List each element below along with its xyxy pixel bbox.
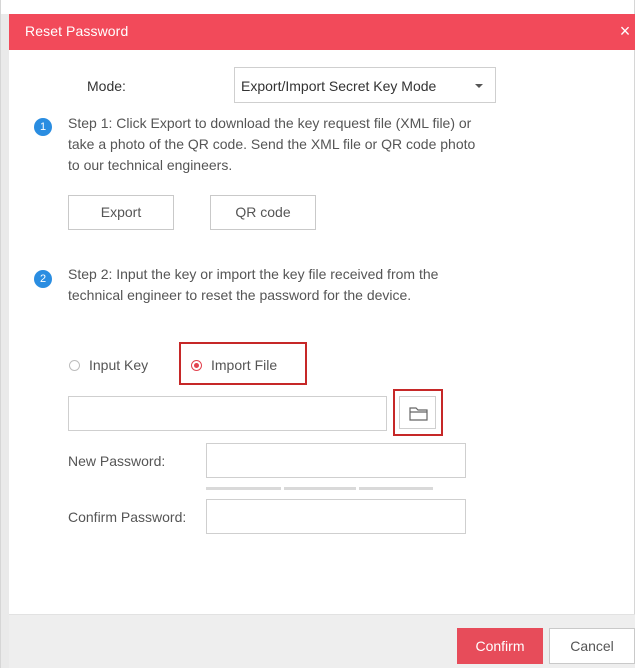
confirm-password-label: Confirm Password:	[68, 509, 187, 525]
mode-select[interactable]: Export/Import Secret Key Mode	[234, 67, 496, 103]
file-path-input[interactable]	[68, 396, 387, 431]
radio-import-file-circle[interactable]	[191, 360, 202, 371]
step-1-text: Step 1: Click Export to download the key…	[68, 115, 476, 173]
radio-input-key-label: Input Key	[89, 357, 149, 373]
confirm-password-input[interactable]	[206, 499, 466, 534]
dialog-title: Reset Password	[25, 23, 129, 39]
close-icon[interactable]: ×	[616, 20, 634, 42]
export-button[interactable]: Export	[68, 195, 174, 230]
radio-import-file-label: Import File	[211, 357, 278, 373]
step-2-text: Step 2: Input the key or import the key …	[68, 266, 439, 303]
dialog-footer: Confirm Cancel	[9, 614, 635, 668]
dialog-title-bar: Reset Password ×	[9, 14, 635, 50]
password-strength-bar-weak	[206, 487, 281, 490]
password-strength-bar-medium	[284, 487, 356, 490]
browse-folder-button[interactable]	[399, 396, 436, 429]
radio-input-key-circle[interactable]	[69, 360, 80, 371]
mode-label: Mode:	[87, 78, 126, 94]
radio-input-key[interactable]: Input Key	[69, 357, 169, 375]
new-password-input[interactable]	[206, 443, 466, 478]
confirm-button[interactable]: Confirm	[457, 628, 543, 664]
folder-icon	[409, 407, 428, 421]
new-password-label: New Password:	[68, 453, 166, 469]
reset-password-dialog: Reset Password × Mode: Export/Import Sec…	[0, 0, 635, 668]
left-edge-strip	[1, 14, 9, 668]
chevron-down-icon	[475, 84, 483, 88]
qr-code-button[interactable]: QR code	[210, 195, 316, 230]
step-2-badge: 2	[34, 270, 52, 288]
step-1-badge: 1	[34, 118, 52, 136]
cancel-button[interactable]: Cancel	[549, 628, 635, 664]
mode-select-value: Export/Import Secret Key Mode	[241, 78, 437, 94]
password-strength-bar-strong	[359, 487, 433, 490]
radio-import-file[interactable]: Import File	[191, 357, 301, 375]
